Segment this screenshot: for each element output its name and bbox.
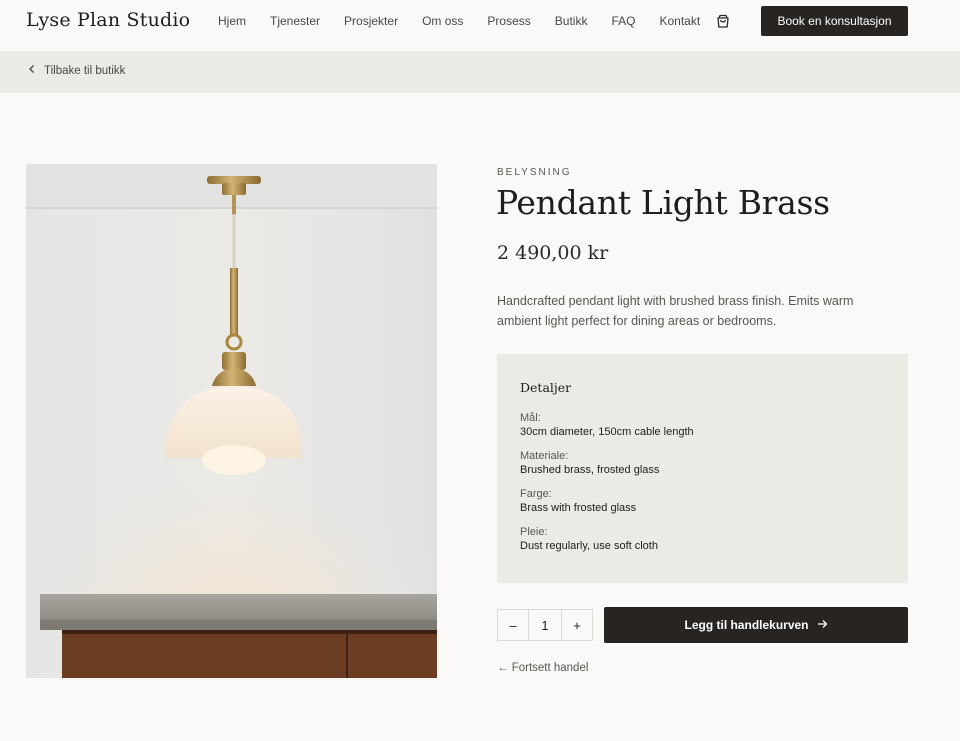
nav-item-butikk[interactable]: Butikk [555, 14, 588, 28]
detail-row-color: Farge: Brass with frosted glass [520, 487, 885, 516]
detail-row-dimensions: Mål: 30cm diameter, 150cm cable length [520, 411, 885, 440]
nav-item-prosjekter[interactable]: Prosjekter [344, 14, 398, 28]
book-consultation-button[interactable]: Book en konsultasjon [761, 6, 908, 36]
add-to-cart-button[interactable]: Legg til handlekurven [604, 607, 908, 643]
nav-item-tjenester[interactable]: Tjenester [270, 14, 320, 28]
breadcrumb-bar: Tilbake til butikk [0, 51, 960, 93]
details-panel: Detaljer Mål: 30cm diameter, 150cm cable… [497, 354, 908, 583]
quantity-stepper: – 1 + [497, 609, 593, 641]
site-logo[interactable]: Lyse Plan Studio [26, 9, 190, 31]
detail-label: Pleie: [520, 526, 548, 538]
continue-shopping-link[interactable]: ← Fortsett handel [497, 662, 588, 674]
detail-value: Brushed brass, frosted glass [520, 464, 660, 476]
increase-quantity-button[interactable]: + [562, 610, 592, 640]
detail-label: Farge: [520, 488, 552, 500]
site-header: Lyse Plan Studio Hjem Tjenester Prosjekt… [0, 0, 960, 51]
details-title: Detaljer [520, 380, 572, 395]
nav-item-prosess[interactable]: Prosess [487, 14, 530, 28]
nav-item-kontakt[interactable]: Kontakt [659, 14, 700, 28]
back-to-shop-link[interactable]: Tilbake til butikk [28, 64, 125, 77]
decrease-quantity-button[interactable]: – [498, 610, 528, 640]
nav-item-hjem[interactable]: Hjem [218, 14, 246, 28]
back-link-label: Tilbake til butikk [44, 64, 126, 77]
arrow-right-icon [817, 618, 828, 632]
product-price: 2 490,00 kr [497, 242, 609, 264]
detail-value: Brass with frosted glass [520, 502, 637, 514]
chevron-left-icon [28, 64, 36, 77]
main-nav: Hjem Tjenester Prosjekter Om oss Prosess… [218, 14, 724, 28]
detail-label: Mål: [520, 412, 541, 424]
nav-item-faq[interactable]: FAQ [611, 14, 635, 28]
quantity-value[interactable]: 1 [528, 610, 562, 640]
detail-row-care: Pleie: Dust regularly, use soft cloth [520, 525, 885, 554]
detail-label: Materiale: [520, 450, 569, 462]
product-title: Pendant Light Brass [496, 183, 830, 222]
add-to-cart-label: Legg til handlekurven [684, 618, 809, 632]
detail-value: 30cm diameter, 150cm cable length [520, 426, 694, 438]
nav-item-om-oss[interactable]: Om oss [422, 14, 463, 28]
shopping-bag-icon[interactable] [715, 13, 731, 29]
detail-row-material: Materiale: Brushed brass, frosted glass [520, 449, 885, 478]
detail-value: Dust regularly, use soft cloth [520, 540, 658, 552]
product-description: Handcrafted pendant light with brushed b… [497, 294, 854, 328]
product-category: BELYSNING [497, 167, 572, 178]
product-image [26, 164, 437, 678]
